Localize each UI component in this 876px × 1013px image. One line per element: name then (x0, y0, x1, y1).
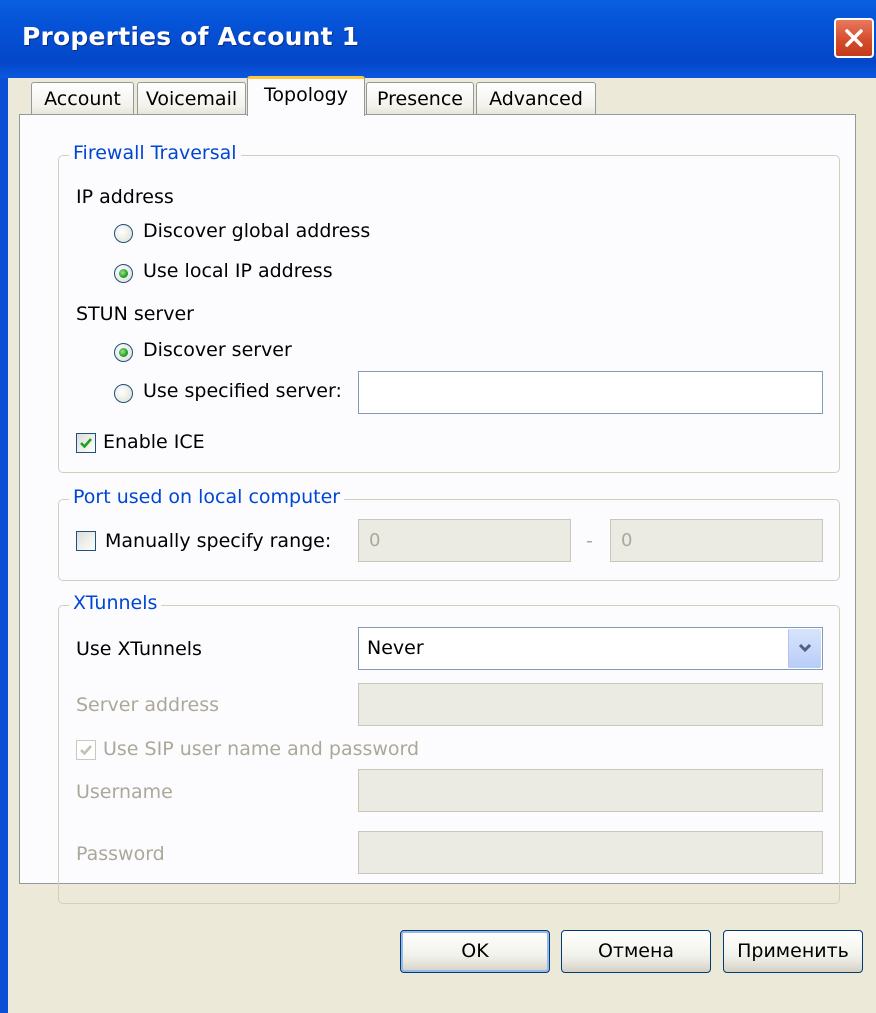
chevron-down-icon (798, 643, 812, 653)
enable-ice-label[interactable]: Enable ICE (103, 431, 205, 453)
xtunnels-legend: XTunnels (69, 592, 162, 614)
radio-discover-server-label[interactable]: Discover server (143, 339, 292, 361)
use-xtunnels-value: Never (367, 637, 424, 659)
window-frame (0, 78, 8, 1013)
password-label: Password (76, 843, 165, 865)
password-input[interactable] (358, 831, 823, 874)
checkmark-icon (80, 438, 92, 449)
dropdown-button[interactable] (788, 629, 821, 668)
username-input[interactable] (358, 769, 823, 812)
tab-presence[interactable]: Presence (366, 82, 474, 116)
use-sip-credentials-label[interactable]: Use SIP user name and password (103, 738, 419, 760)
close-button[interactable] (834, 18, 874, 58)
ip-address-label: IP address (76, 186, 174, 208)
server-address-input[interactable] (358, 683, 823, 726)
window-title: Properties of Account 1 (22, 22, 360, 51)
radio-use-local-ip[interactable] (114, 264, 133, 283)
title-bar[interactable]: Properties of Account 1 (0, 0, 876, 79)
cancel-button[interactable]: Отмена (561, 930, 711, 973)
use-sip-credentials-checkbox[interactable] (76, 740, 96, 760)
close-icon (845, 29, 863, 47)
username-label: Username (76, 781, 173, 803)
ok-button[interactable]: OK (400, 930, 550, 973)
apply-button[interactable]: Применить (723, 930, 863, 973)
radio-discover-server[interactable] (114, 343, 133, 362)
radio-use-local-ip-label[interactable]: Use local IP address (143, 260, 333, 282)
stun-server-label: STUN server (76, 303, 194, 325)
stun-server-input[interactable] (358, 371, 823, 414)
tab-topology[interactable]: Topology (247, 76, 365, 116)
firewall-legend: Firewall Traversal (69, 142, 241, 164)
port-range-separator: - (586, 530, 593, 552)
use-xtunnels-label: Use XTunnels (76, 638, 202, 660)
radio-discover-global-label[interactable]: Discover global address (143, 220, 370, 242)
checkmark-icon (80, 745, 92, 756)
manual-range-label[interactable]: Manually specify range: (105, 530, 331, 552)
use-xtunnels-select[interactable]: Never (358, 627, 823, 670)
tab-account[interactable]: Account (31, 82, 134, 116)
radio-discover-global[interactable] (114, 224, 133, 243)
tab-advanced[interactable]: Advanced (476, 82, 596, 116)
port-legend: Port used on local computer (69, 486, 345, 508)
enable-ice-checkbox[interactable] (76, 433, 96, 453)
radio-use-specified-server[interactable] (114, 384, 133, 403)
port-range-to-input[interactable]: 0 (610, 519, 823, 562)
manual-range-checkbox[interactable] (76, 531, 96, 551)
dialog-window: Properties of Account 1 Account Voicemai… (0, 0, 876, 1013)
port-range-from-input[interactable]: 0 (358, 519, 571, 562)
radio-use-specified-server-label[interactable]: Use specified server: (143, 380, 342, 402)
tab-voicemail[interactable]: Voicemail (137, 82, 246, 116)
server-address-label: Server address (76, 694, 219, 716)
